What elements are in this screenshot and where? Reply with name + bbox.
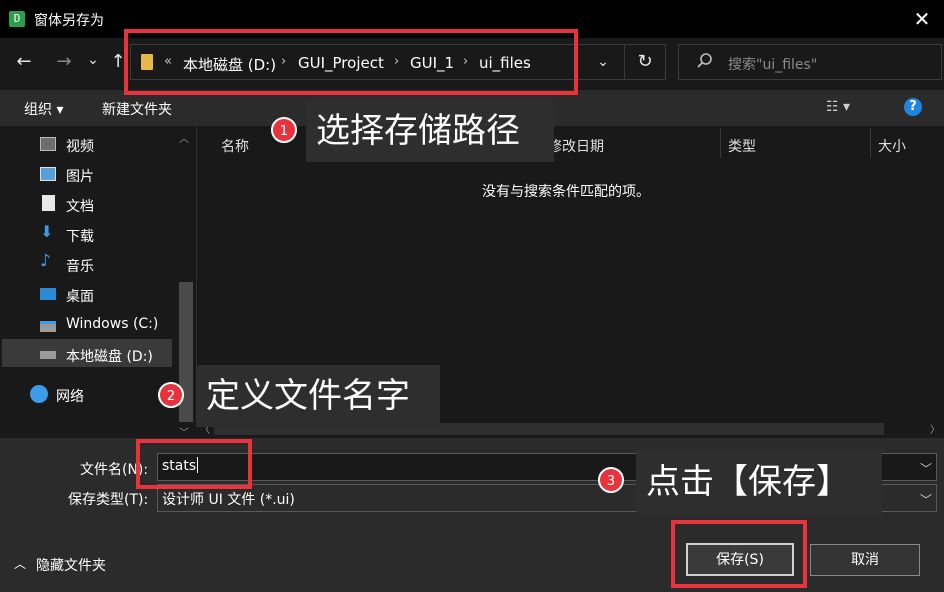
sidebar-item-desktop[interactable]: 桌面 [40,281,190,309]
filetype-label: 保存类型(T): [68,492,149,508]
annotation-callout-2: 定义文件名字 [196,365,440,427]
sidebar-item-label: 视频 [66,139,94,155]
hide-folders-button[interactable]: 隐藏文件夹 [36,555,106,575]
annotation-badge-2: 2 [158,382,184,408]
desktop-icon [40,288,56,300]
sidebar-item-videos[interactable]: 视频 [40,131,190,159]
scroll-down-icon[interactable]: ﹀ [179,424,189,439]
organize-menu-button[interactable]: 组织 ▾ [24,99,63,119]
filename-dropdown-icon[interactable]: ﹀ [920,460,932,477]
recent-locations-chevron-icon[interactable]: ⌄ [84,48,102,72]
back-arrow-icon[interactable]: ← [12,50,36,74]
sidebar-item-local-disk-d[interactable]: 本地磁盘 (D:) [40,341,190,369]
sidebar-item-music[interactable]: ♪ 音乐 [40,251,190,279]
close-button[interactable]: ✕ [904,4,940,34]
scroll-up-icon[interactable]: ︿ [179,130,189,145]
sidebar-item-label: 下载 [66,229,94,245]
sidebar-item-windows-c[interactable]: Windows (C:) [40,311,190,339]
app-icon: D [9,11,25,27]
annotation-callout-1: 选择存储路径 [306,100,554,162]
sidebar-item-label: 音乐 [66,259,94,275]
annotation-highlight-path [124,29,578,95]
sidebar-item-label: 图片 [66,169,94,185]
new-folder-button[interactable]: 新建文件夹 [102,99,172,119]
column-separator[interactable] [870,128,871,158]
annotation-highlight-filename [136,439,252,489]
scroll-right-icon[interactable]: 〉 [930,421,940,436]
help-icon[interactable]: ? [904,98,922,116]
forward-arrow-icon[interactable]: → [52,50,76,74]
column-header-type[interactable]: 类型 [728,136,756,156]
sidebar-item-pictures[interactable]: 图片 [40,161,190,189]
empty-list-message: 没有与搜索条件匹配的项。 [482,184,650,200]
search-placeholder: 搜索"ui_files" [728,57,818,73]
sidebar-item-downloads[interactable]: ⬇ 下载 [40,221,190,249]
drive-icon [40,321,56,332]
picture-icon [40,167,56,181]
column-header-name[interactable]: 名称 [221,136,249,156]
column-separator[interactable] [720,128,721,158]
chevron-up-icon[interactable]: ︿ [14,555,26,572]
column-header-size[interactable]: 大小 [878,136,906,156]
search-icon [697,53,712,68]
drive-icon [40,351,56,359]
column-header-date-modified[interactable]: 修改日期 [548,136,604,156]
sidebar-item-label: Windows (C:) [66,316,159,332]
annotation-badge-1: 1 [271,117,297,143]
sidebar-item-documents[interactable]: 文档 [40,191,190,219]
sidebar-item-label: 网络 [56,389,84,405]
filetype-dropdown-icon[interactable]: ﹀ [920,491,932,508]
music-icon: ♪ [40,251,51,271]
window-title: 窗体另存为 [34,13,104,29]
document-icon [42,195,55,211]
address-dropdown-icon[interactable]: ⌄ [593,50,613,74]
sidebar-item-label: 桌面 [66,289,94,305]
sidebar-item-label: 文档 [66,199,94,215]
refresh-icon[interactable]: ↻ [634,50,656,74]
view-options-icon[interactable]: ☷ ▾ [826,99,850,115]
annotation-badge-3: 3 [598,467,624,493]
annotation-highlight-save [671,520,807,588]
cancel-button[interactable]: 取消 [810,544,920,576]
annotation-callout-3: 点击【保存】 [636,450,882,514]
video-icon [40,137,56,151]
filetype-value: 设计师 UI 文件 (*.ui) [162,492,295,508]
address-divider [624,44,625,80]
download-icon: ⬇ [40,222,54,241]
network-icon [30,385,48,403]
sidebar-item-label: 本地磁盘 (D:) [66,349,153,365]
